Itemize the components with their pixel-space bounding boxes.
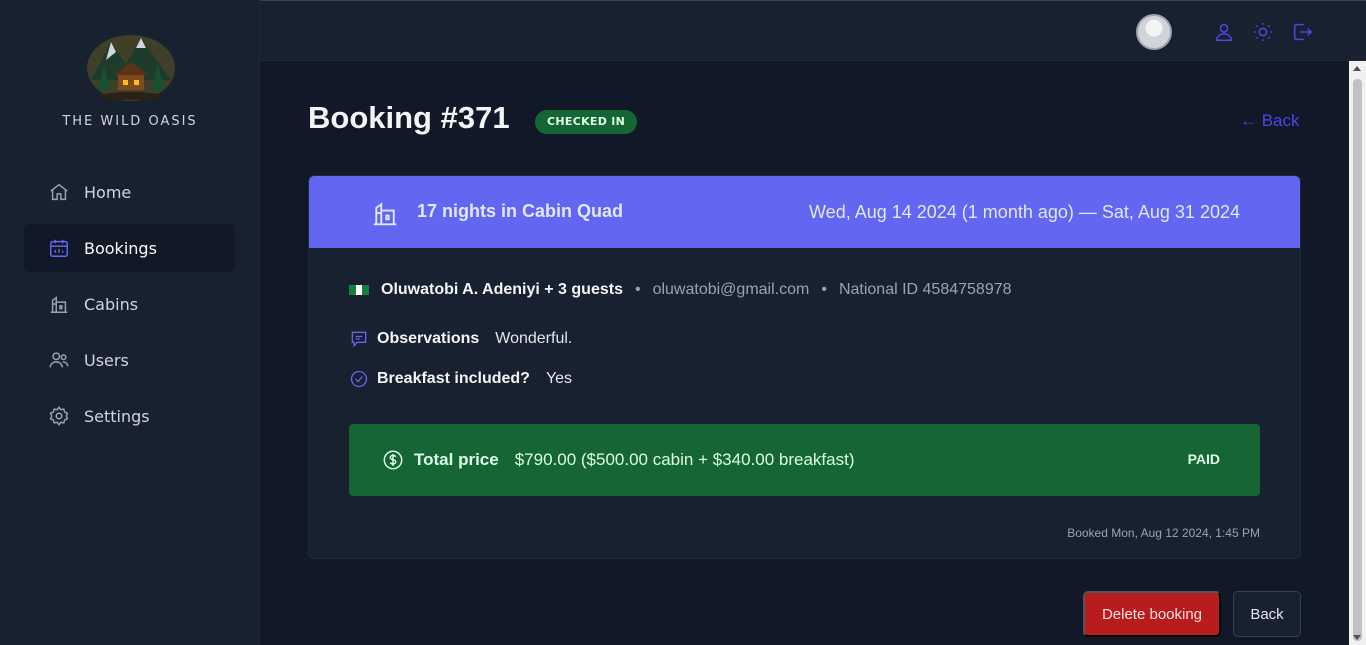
sidebar-item-label: Bookings xyxy=(84,238,157,258)
users-icon xyxy=(48,349,70,371)
sidebar-item-label: Home xyxy=(84,182,132,202)
scrollbar[interactable] xyxy=(1349,61,1366,645)
booking-header-bar: 17 nights in Cabin Quad Wed, Aug 14 2024… xyxy=(309,176,1300,248)
back-link[interactable]: ← Back xyxy=(1240,111,1300,131)
check-circle-icon xyxy=(349,369,369,389)
breakfast-value: Yes xyxy=(545,370,573,387)
dollar-circle-icon xyxy=(382,449,404,471)
settings-icon xyxy=(48,405,70,427)
sidebar-item-settings[interactable]: Settings xyxy=(24,392,235,440)
scrollbar-thumb[interactable] xyxy=(1353,79,1362,641)
chat-icon xyxy=(349,329,369,349)
price-box: Total price $790.00 ($500.00 cabin + $34… xyxy=(349,424,1260,496)
observations-label: Observations xyxy=(377,330,480,347)
scroll-up-icon[interactable] xyxy=(1353,66,1361,71)
breakfast-label: Breakfast included? xyxy=(377,370,530,387)
sidebar-item-cabins[interactable]: Cabins xyxy=(24,280,235,328)
scroll-down-icon[interactable] xyxy=(1353,635,1361,640)
brand-name: THE WILD OASIS xyxy=(62,114,198,129)
observations-row: Observations Wonderful. xyxy=(349,329,572,349)
page-title: Booking #371 xyxy=(308,100,510,135)
sidebar-item-label: Cabins xyxy=(84,294,139,314)
back-button[interactable]: Back xyxy=(1233,591,1301,637)
logo xyxy=(86,30,176,102)
sidebar-item-users[interactable]: Users xyxy=(24,336,235,384)
separator-dot: • xyxy=(634,281,641,298)
booking-dates: Wed, Aug 14 2024 (1 month ago) — Sat, Au… xyxy=(809,202,1240,222)
nights-summary: 17 nights in Cabin Quad xyxy=(417,201,624,221)
sidebar-item-label: Users xyxy=(84,350,129,370)
main-nav: Home Bookings Cabins Users Settings xyxy=(24,168,235,448)
cabin-icon xyxy=(48,293,70,315)
sidebar-item-home[interactable]: Home xyxy=(24,168,235,216)
flag-icon xyxy=(349,285,370,295)
status-badge: CHECKED IN xyxy=(535,110,638,134)
guest-info: Oluwatobi A. Adeniyi + 3 guests • oluwat… xyxy=(349,281,1012,299)
breakfast-row: Breakfast included? Yes xyxy=(349,369,572,389)
logout-icon[interactable] xyxy=(1291,21,1313,43)
sidebar-item-label: Settings xyxy=(84,406,150,426)
sidebar-item-bookings[interactable]: Bookings xyxy=(24,224,235,272)
sun-icon[interactable] xyxy=(1252,21,1274,43)
price-value: $790.00 ($500.00 cabin + $340.00 breakfa… xyxy=(514,450,855,469)
cabin-icon xyxy=(370,198,400,228)
top-header xyxy=(260,0,1366,61)
booked-timestamp: Booked Mon, Aug 12 2024, 1:45 PM xyxy=(1067,526,1260,540)
home-icon xyxy=(48,181,70,203)
booking-detail-card: 17 nights in Cabin Quad Wed, Aug 14 2024… xyxy=(308,175,1301,559)
user-icon[interactable] xyxy=(1213,21,1235,43)
paid-status: PAID xyxy=(1187,451,1220,467)
guest-email: oluwatobi@gmail.com xyxy=(652,281,810,298)
guest-name: Oluwatobi A. Adeniyi + 3 guests xyxy=(381,281,623,298)
separator-dot: • xyxy=(821,281,827,298)
delete-booking-button[interactable]: Delete booking xyxy=(1083,591,1221,637)
calendar-icon xyxy=(48,237,70,259)
national-id: National ID 4584758978 xyxy=(838,281,1012,298)
observations-value: Wonderful. xyxy=(495,330,573,347)
avatar[interactable] xyxy=(1136,14,1172,50)
price-label: Total price xyxy=(414,450,499,469)
sidebar: THE WILD OASIS Home Bookings Cabins User… xyxy=(0,0,260,645)
